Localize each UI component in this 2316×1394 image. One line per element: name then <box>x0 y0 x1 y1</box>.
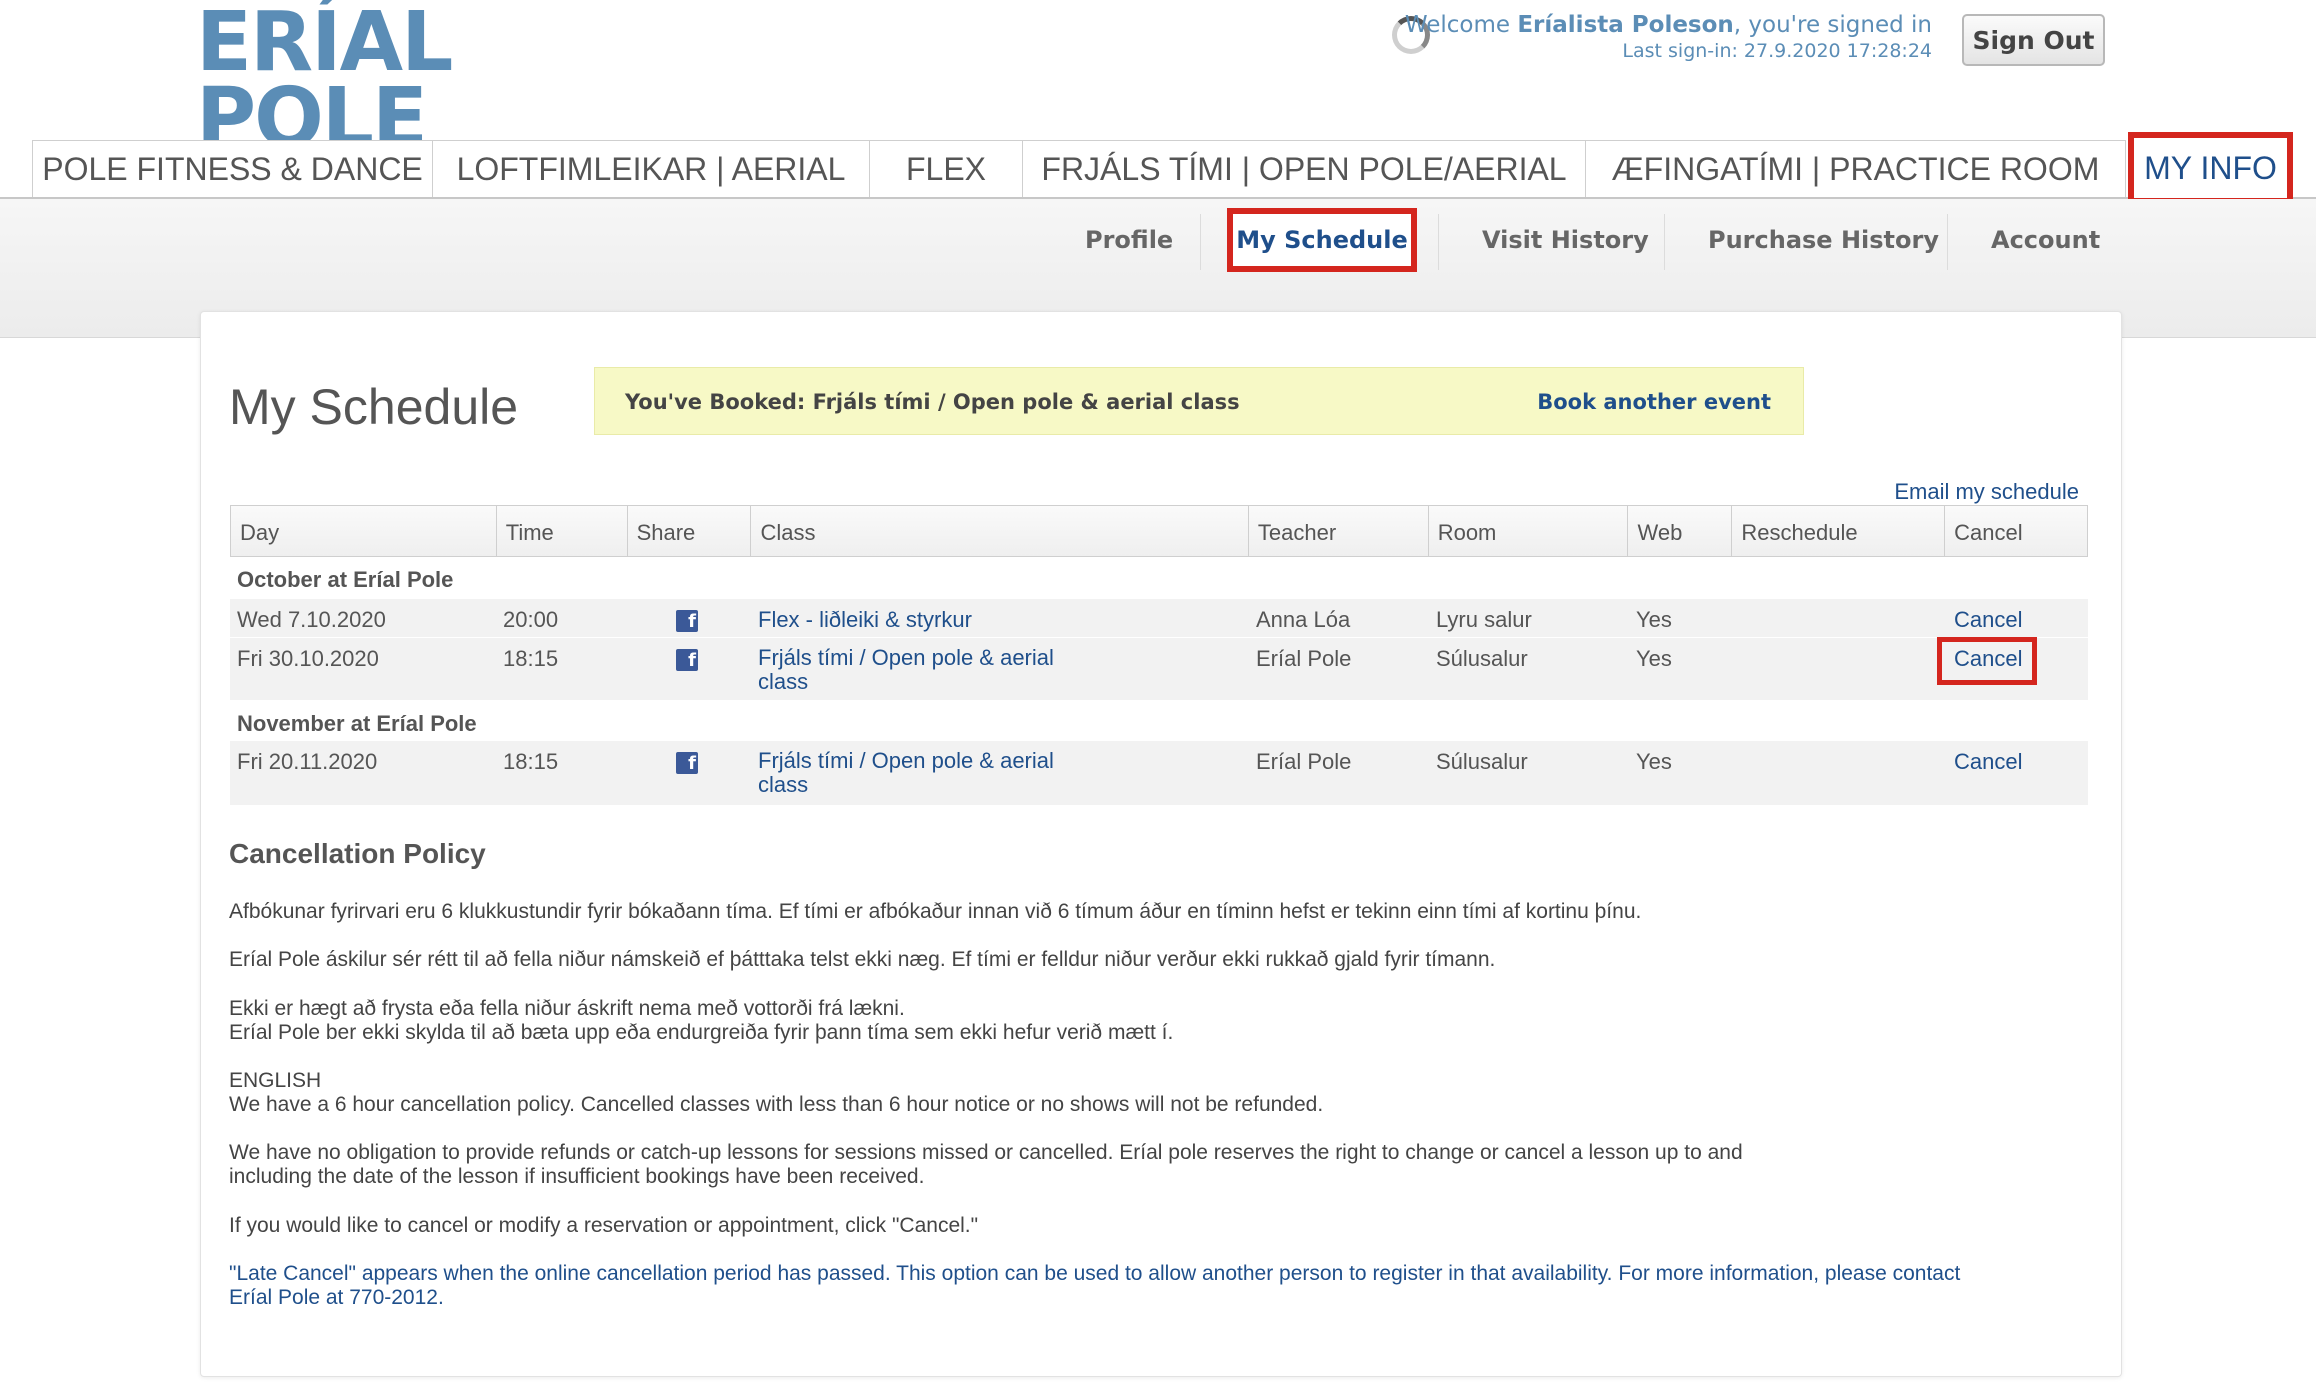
cell-reschedule <box>1733 638 1946 700</box>
cell-day: Fri 30.10.2020 <box>237 646 379 671</box>
main-tabs: POLE FITNESS & DANCE LOFTFIMLEIKAR | AER… <box>32 140 2126 198</box>
cell-web: Yes <box>1636 646 1672 671</box>
page-title: My Schedule <box>229 379 519 435</box>
policy-late-cancel: "Late Cancel" appears when the online ca… <box>229 1262 1961 1285</box>
tab-open-pole[interactable]: FRJÁLS TÍMI | OPEN POLE/AERIAL <box>1022 140 1585 198</box>
cell-room: Súlusalur <box>1436 646 1528 671</box>
facebook-share-icon[interactable]: f <box>676 752 698 774</box>
booking-notice: You've Booked: Frjáls tími / Open pole &… <box>594 367 1804 435</box>
email-schedule-link[interactable]: Email my schedule <box>1894 479 2079 505</box>
tab-my-info[interactable]: MY INFO <box>2128 132 2293 204</box>
cell-web: Yes <box>1636 749 1672 774</box>
policy-paragraph: We have no obligation to provide refunds… <box>229 1141 1743 1164</box>
subnav-my-schedule[interactable]: My Schedule <box>1227 208 1417 272</box>
cell-day: Wed 7.10.2020 <box>237 607 386 632</box>
policy-title: Cancellation Policy <box>229 838 486 869</box>
cell-web: Yes <box>1636 607 1672 632</box>
cell-class[interactable]: Frjáls tími / Open pole & aerial class <box>751 741 1249 805</box>
welcome-message: Welcome Eríalista Poleson, you're signed… <box>1405 12 1932 62</box>
col-day: Day <box>231 506 497 556</box>
subnav-divider <box>1438 214 1439 270</box>
subnav-divider <box>1664 214 1665 270</box>
highlight-box <box>1937 637 2037 685</box>
tab-flex[interactable]: FLEX <box>869 140 1022 198</box>
class-link[interactable]: Frjáls tími / Open pole & aerial <box>758 646 1249 670</box>
cell-room: Súlusalur <box>1436 749 1528 774</box>
policy-paragraph: Ekki er hægt að frysta eða fella niður á… <box>229 997 905 1020</box>
subnav-profile[interactable]: Profile <box>1085 226 1173 254</box>
subnav-divider <box>1200 214 1201 270</box>
policy-paragraph: Afbókunar fyrirvari eru 6 klukkustundir … <box>229 900 1642 923</box>
cell-time: 18:15 <box>503 646 559 671</box>
subnav-account[interactable]: Account <box>1991 226 2100 254</box>
col-room: Room <box>1429 506 1629 556</box>
cancel-link[interactable]: Cancel <box>1946 599 2088 637</box>
subnav-divider <box>1947 214 1948 270</box>
cell-teacher: Eríal Pole <box>1256 749 1352 774</box>
book-another-event-link[interactable]: Book another event <box>1537 390 1771 414</box>
cell-time: 18:15 <box>503 749 559 774</box>
logo-line-1: ERÍAL <box>196 0 453 90</box>
policy-paragraph: including the date of the lesson if insu… <box>229 1165 925 1188</box>
cell-time: 20:00 <box>503 607 559 632</box>
sign-out-button[interactable]: Sign Out <box>1962 14 2105 66</box>
col-class: Class <box>751 506 1249 556</box>
class-link[interactable]: Flex - liðleiki & styrkur <box>758 607 972 632</box>
cell-share: f <box>627 741 751 805</box>
policy-paragraph: If you would like to cancel or modify a … <box>229 1214 979 1237</box>
table-row: Fri 30.10.2020 18:15 f Frjáls tími / Ope… <box>230 638 2088 701</box>
cell-teacher: Anna Lóa <box>1256 607 1351 632</box>
group-header: November at Eríal Pole <box>230 701 2088 741</box>
col-time: Time <box>497 506 628 556</box>
logo[interactable]: ERÍAL POLE <box>196 0 453 160</box>
facebook-share-icon[interactable]: f <box>676 649 698 671</box>
cell-share: f <box>627 638 751 700</box>
table-row: Wed 7.10.2020 20:00 f Flex - liðleiki & … <box>230 599 2088 638</box>
class-link[interactable]: Frjáls tími / Open pole & aerial <box>758 749 1249 773</box>
policy-contact: Eríal Pole at 770-2012. <box>229 1286 444 1309</box>
col-web: Web <box>1628 506 1733 556</box>
group-header: October at Eríal Pole <box>230 557 2088 599</box>
col-teacher: Teacher <box>1249 506 1429 556</box>
welcome-suffix: , you're signed in <box>1733 12 1932 38</box>
subnav-visit-history[interactable]: Visit History <box>1482 226 1649 254</box>
table-header: Day Time Share Class Teacher Room Web Re… <box>230 505 2088 557</box>
policy-paragraph: ENGLISH <box>229 1069 322 1092</box>
class-link-cont[interactable]: class <box>758 670 1249 694</box>
class-link-cont[interactable]: class <box>758 773 1249 797</box>
subnav-purchase-history[interactable]: Purchase History <box>1708 226 1939 254</box>
tab-pole-fitness[interactable]: POLE FITNESS & DANCE <box>32 140 432 198</box>
cell-reschedule <box>1733 599 1946 637</box>
col-share: Share <box>628 506 752 556</box>
schedule-table: Day Time Share Class Teacher Room Web Re… <box>230 505 2088 806</box>
table-row: Fri 20.11.2020 18:15 f Frjáls tími / Ope… <box>230 741 2088 806</box>
cell-share: f <box>627 599 751 637</box>
tab-practice-room[interactable]: ÆFINGATÍMI | PRACTICE ROOM <box>1585 140 2126 198</box>
col-reschedule: Reschedule <box>1732 506 1946 556</box>
cell-class[interactable]: Flex - liðleiki & styrkur <box>751 599 1249 637</box>
cell-reschedule <box>1733 741 1946 805</box>
policy-paragraph: Eríal Pole ber ekki skylda til að bæta u… <box>229 1021 1174 1044</box>
cancel-link[interactable]: Cancel <box>1946 741 2088 805</box>
cell-teacher: Eríal Pole <box>1256 646 1352 671</box>
booking-notice-text: You've Booked: Frjáls tími / Open pole &… <box>625 390 1240 414</box>
facebook-share-icon[interactable]: f <box>676 610 698 632</box>
last-signin: Last sign-in: 27.9.2020 17:28:24 <box>1622 40 1932 62</box>
cell-room: Lyru salur <box>1436 607 1532 632</box>
policy-paragraph: We have a 6 hour cancellation policy. Ca… <box>229 1093 1324 1116</box>
welcome-prefix: Welcome <box>1404 12 1511 38</box>
user-name: Eríalista Poleson <box>1517 12 1734 38</box>
tab-aerial[interactable]: LOFTFIMLEIKAR | AERIAL <box>432 140 869 198</box>
policy-paragraph: Eríal Pole áskilur sér rétt til að fella… <box>229 948 1496 971</box>
col-cancel: Cancel <box>1954 520 2023 545</box>
cell-class[interactable]: Frjáls tími / Open pole & aerial class <box>751 638 1249 700</box>
cell-day: Fri 20.11.2020 <box>237 749 378 774</box>
